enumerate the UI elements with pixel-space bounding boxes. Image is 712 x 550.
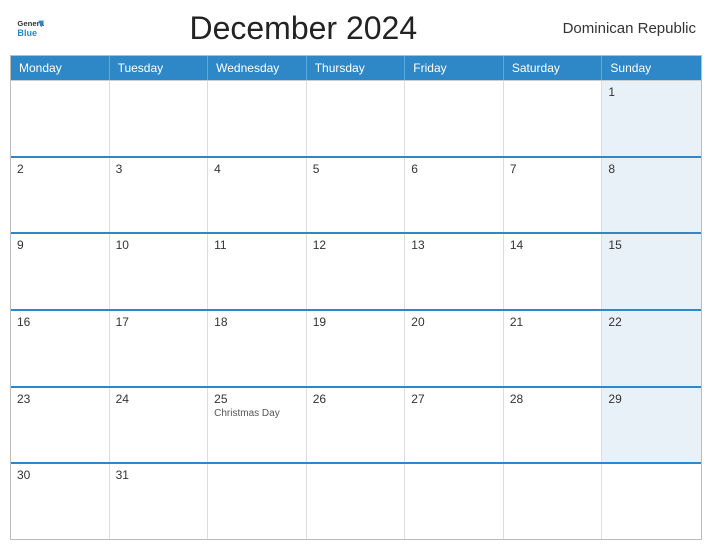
svg-text:Blue: Blue [17, 28, 37, 38]
week-row-2: 2345678 [11, 156, 701, 233]
day-cell-2-3: 12 [307, 234, 406, 309]
day-cell-0-0 [11, 81, 110, 156]
day-number: 16 [17, 315, 103, 329]
day-cell-3-4: 20 [405, 311, 504, 386]
day-number: 8 [608, 162, 695, 176]
day-cell-4-2: 25 Christmas Day [208, 388, 307, 463]
day-cell-4-3: 26 [307, 388, 406, 463]
day-cell-5-4 [405, 464, 504, 539]
day-cell-3-2: 18 [208, 311, 307, 386]
day-number: 19 [313, 315, 399, 329]
week-row-4: 16 17 18 19 20 21 22 [11, 309, 701, 386]
header-monday: Monday [11, 56, 110, 80]
day-number: 9 [17, 238, 103, 252]
day-number: 5 [313, 162, 399, 176]
day-cell-3-6: 22 [602, 311, 701, 386]
day-cell-4-4: 27 [405, 388, 504, 463]
day-number: 24 [116, 392, 202, 406]
day-cell-3-0: 16 [11, 311, 110, 386]
day-number: 12 [313, 238, 399, 252]
day-number: 26 [313, 392, 399, 406]
day-number: 11 [214, 238, 300, 252]
day-number: 14 [510, 238, 596, 252]
day-number: 3 [116, 162, 202, 176]
week-row-5: 23 24 25 Christmas Day 26 27 28 29 [11, 386, 701, 463]
day-number: 17 [116, 315, 202, 329]
day-headers: Monday Tuesday Wednesday Thursday Friday… [11, 56, 701, 80]
day-number: 6 [411, 162, 497, 176]
day-number: 13 [411, 238, 497, 252]
day-cell-4-0: 23 [11, 388, 110, 463]
calendar: Monday Tuesday Wednesday Thursday Friday… [10, 55, 702, 540]
day-number: 2 [17, 162, 103, 176]
month-title: December 2024 [189, 10, 417, 47]
day-cell-5-1: 31 [110, 464, 209, 539]
day-number: 31 [116, 468, 202, 482]
day-number: 18 [214, 315, 300, 329]
day-cell-1-5: 7 [504, 158, 603, 233]
day-cell-3-1: 17 [110, 311, 209, 386]
day-cell-0-4 [405, 81, 504, 156]
day-cell-2-1: 10 [110, 234, 209, 309]
day-cell-4-1: 24 [110, 388, 209, 463]
day-cell-4-5: 28 [504, 388, 603, 463]
day-number: 21 [510, 315, 596, 329]
header-tuesday: Tuesday [110, 56, 209, 80]
day-cell-5-2 [208, 464, 307, 539]
day-number: 10 [116, 238, 202, 252]
country-label: Dominican Republic [563, 20, 696, 37]
day-cell-0-2 [208, 81, 307, 156]
day-number: 22 [608, 315, 695, 329]
day-cell-0-6: 1 [602, 81, 701, 156]
day-number: 30 [17, 468, 103, 482]
day-cell-2-0: 9 [11, 234, 110, 309]
logo: General Blue [16, 15, 44, 43]
day-cell-2-4: 13 [405, 234, 504, 309]
day-cell-2-5: 14 [504, 234, 603, 309]
day-number: 4 [214, 162, 300, 176]
day-number: 27 [411, 392, 497, 406]
day-cell-0-1 [110, 81, 209, 156]
day-cell-1-6: 8 [602, 158, 701, 233]
header-friday: Friday [405, 56, 504, 80]
day-cell-0-3 [307, 81, 406, 156]
day-number: 29 [608, 392, 695, 406]
header-sunday: Sunday [602, 56, 701, 80]
day-cell-2-2: 11 [208, 234, 307, 309]
day-number: 1 [608, 85, 695, 99]
header-thursday: Thursday [307, 56, 406, 80]
day-number: 15 [608, 238, 695, 252]
day-cell-3-5: 21 [504, 311, 603, 386]
day-cell-5-6 [602, 464, 701, 539]
day-number: 23 [17, 392, 103, 406]
header-wednesday: Wednesday [208, 56, 307, 80]
calendar-header: General Blue December 2024 Dominican Rep… [0, 0, 712, 55]
day-number: 25 [214, 392, 300, 406]
day-cell-1-2: 4 [208, 158, 307, 233]
header-saturday: Saturday [504, 56, 603, 80]
day-cell-1-0: 2 [11, 158, 110, 233]
logo-icon: General Blue [16, 15, 44, 43]
day-cell-5-5 [504, 464, 603, 539]
day-cell-3-3: 19 [307, 311, 406, 386]
day-cell-1-4: 6 [405, 158, 504, 233]
week-row-3: 9 10 11 12 13 14 15 [11, 232, 701, 309]
day-cell-5-0: 30 [11, 464, 110, 539]
day-number: 7 [510, 162, 596, 176]
day-cell-5-3 [307, 464, 406, 539]
day-cell-4-6: 29 [602, 388, 701, 463]
day-cell-1-3: 5 [307, 158, 406, 233]
day-number: 20 [411, 315, 497, 329]
week-row-1: 1 [11, 80, 701, 156]
day-cell-2-6: 15 [602, 234, 701, 309]
holiday-label: Christmas Day [214, 408, 300, 419]
day-number: 28 [510, 392, 596, 406]
day-cell-1-1: 3 [110, 158, 209, 233]
week-row-6: 30 31 [11, 462, 701, 539]
day-cell-0-5 [504, 81, 603, 156]
calendar-weeks: 1234567891011121314151617181920212223242… [11, 80, 701, 539]
